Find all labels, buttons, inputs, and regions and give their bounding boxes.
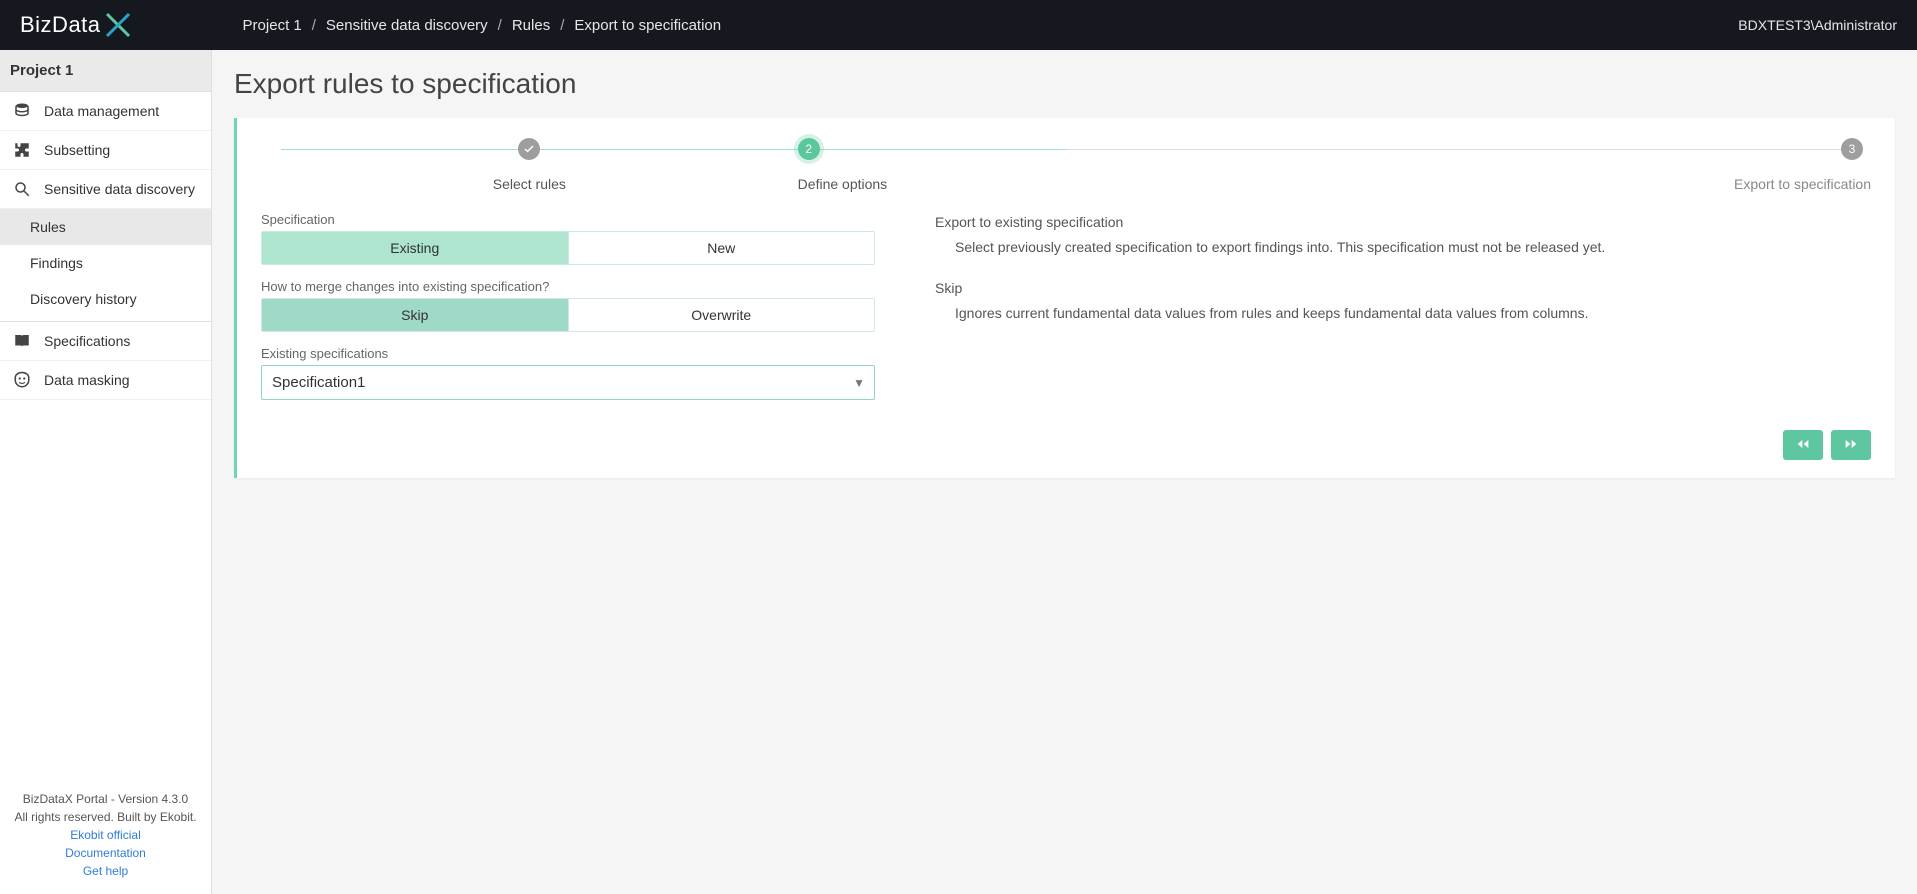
specification-toggle: Existing New [261,231,875,265]
help-heading-2: Skip [935,278,1871,299]
help-column: Export to existing specification Select … [935,212,1871,400]
step-3[interactable]: 3 Export to specification [1334,138,1871,192]
stepper: Select rules 2 Define options 3 Export t… [261,138,1871,192]
book-icon [12,332,32,350]
sidebar-item-subsetting[interactable]: Subsetting [0,131,211,170]
merge-option-overwrite[interactable]: Overwrite [568,299,875,331]
breadcrumb-sep: / [560,17,564,34]
sidebar-subnav-discovery: Rules Findings Discovery history [0,209,211,322]
logo-x-icon [103,10,133,40]
step-2[interactable]: 2 Define options [798,138,1335,192]
breadcrumb-current: Export to specification [574,17,721,34]
merge-option-skip[interactable]: Skip [262,299,568,331]
step-label: Select rules [261,176,798,192]
sidebar-item-specifications[interactable]: Specifications [0,322,211,361]
puzzle-icon [12,141,32,159]
spec-option-existing[interactable]: Existing [262,232,568,264]
wizard-prev-button[interactable] [1783,430,1823,460]
step-number: 2 [798,138,820,160]
mask-icon [12,371,32,389]
sidebar-subitem-discovery-history[interactable]: Discovery history [0,281,211,317]
check-icon [518,138,540,160]
sidebar-item-data-management[interactable]: Data management [0,92,211,131]
breadcrumb-project[interactable]: Project 1 [243,17,302,34]
page-title: Export rules to specification [234,68,1895,100]
sidebar-item-label: Specifications [44,333,130,349]
breadcrumb-sdd[interactable]: Sensitive data discovery [326,17,488,34]
sidebar-item-label: Subsetting [44,142,110,158]
search-icon [12,180,32,198]
topbar: BizData Project 1 / Sensitive data disco… [0,0,1917,50]
footer-link-docs[interactable]: Documentation [6,844,205,862]
breadcrumb-sep: / [498,17,502,34]
logo-text: BizData [20,12,101,38]
sidebar-item-label: Data management [44,103,159,119]
existing-specs-label: Existing specifications [261,346,875,361]
breadcrumb-rules[interactable]: Rules [512,17,550,34]
sidebar-item-label: Sensitive data discovery [44,181,195,197]
main: Project 1 Data management Subsetting Sen… [0,50,1917,894]
sidebar-subitem-findings[interactable]: Findings [0,245,211,281]
sidebar-subitem-label: Discovery history [30,291,137,307]
rewind-icon [1795,436,1811,455]
sidebar-item-sensitive-data-discovery[interactable]: Sensitive data discovery [0,170,211,209]
footer-link-ekobit[interactable]: Ekobit official [6,826,205,844]
merge-label: How to merge changes into existing speci… [261,279,875,294]
help-text-2: Ignores current fundamental data values … [935,303,1871,324]
wizard-body: Specification Existing New How to merge … [261,212,1871,400]
wizard-nav [261,430,1871,460]
content: Export rules to specification Select rul… [212,50,1917,894]
logo[interactable]: BizData [20,10,133,40]
wizard-next-button[interactable] [1831,430,1871,460]
sidebar-item-label: Data masking [44,372,130,388]
sidebar-project-header[interactable]: Project 1 [0,50,211,92]
step-number: 3 [1841,138,1863,160]
step-label: Export to specification [1334,176,1871,192]
sidebar-subitem-label: Rules [30,219,66,235]
existing-specs-select-wrap: Specification1 ▼ [261,365,875,400]
step-1[interactable]: Select rules [261,138,798,192]
specification-label: Specification [261,212,875,227]
sidebar-item-data-masking[interactable]: Data masking [0,361,211,400]
forward-icon [1843,436,1859,455]
footer-link-help[interactable]: Get help [6,862,205,880]
sidebar-footer: BizDataX Portal - Version 4.3.0 All righ… [0,780,211,894]
sidebar-subitem-rules[interactable]: Rules [0,209,211,245]
breadcrumb: Project 1 / Sensitive data discovery / R… [243,17,1739,34]
form-column: Specification Existing New How to merge … [261,212,875,400]
breadcrumb-sep: / [312,17,316,34]
spec-option-new[interactable]: New [568,232,875,264]
step-label: Define options [798,176,1335,192]
sidebar-subitem-label: Findings [30,255,83,271]
wizard-card: Select rules 2 Define options 3 Export t… [234,118,1895,478]
user-label[interactable]: BDXTEST3\Administrator [1738,17,1897,33]
existing-specs-select[interactable]: Specification1 [261,365,875,400]
footer-version: BizDataX Portal - Version 4.3.0 [6,790,205,808]
help-text-1: Select previously created specification … [935,237,1871,258]
help-heading-1: Export to existing specification [935,212,1871,233]
footer-copyright: All rights reserved. Built by Ekobit. [6,808,205,826]
merge-toggle: Skip Overwrite [261,298,875,332]
database-icon [12,102,32,120]
sidebar: Project 1 Data management Subsetting Sen… [0,50,212,894]
